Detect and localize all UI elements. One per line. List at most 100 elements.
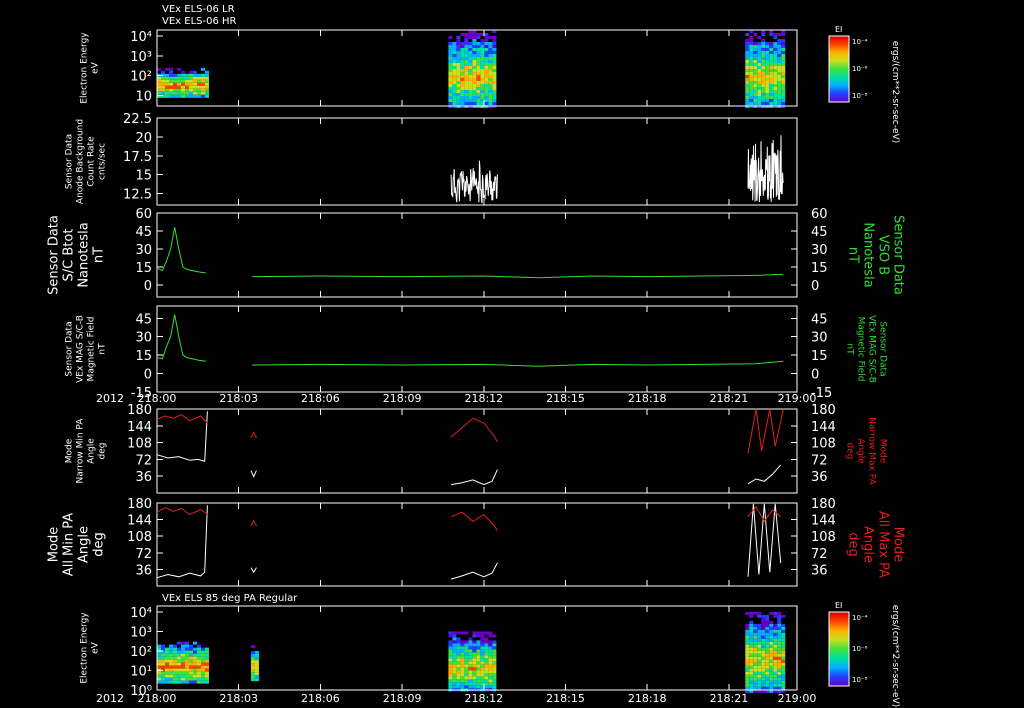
heatmap-cell bbox=[254, 675, 259, 679]
heatmap-cell bbox=[476, 63, 481, 66]
heatmap-cell bbox=[488, 652, 493, 656]
colorbar-label: EI bbox=[835, 25, 842, 34]
heatmap-cell bbox=[753, 665, 758, 669]
heatmap-cell bbox=[761, 99, 766, 102]
heatmap-block bbox=[745, 611, 786, 693]
heatmap-cell bbox=[468, 655, 473, 659]
heatmap-cell bbox=[476, 679, 481, 683]
heatmap-cell bbox=[181, 76, 185, 80]
heatmap-cell bbox=[181, 79, 185, 83]
heatmap-cell bbox=[757, 683, 762, 687]
y-tick-label: 30 bbox=[135, 243, 152, 258]
heatmap-cell bbox=[757, 623, 762, 627]
heatmap-cell bbox=[484, 36, 489, 39]
heatmap-cell bbox=[472, 673, 477, 677]
y-axis-label: Sensor Data bbox=[47, 215, 62, 295]
y-tick-label: 15 bbox=[135, 261, 152, 276]
heatmap-cell bbox=[781, 656, 786, 660]
heatmap-cell bbox=[193, 641, 197, 645]
heatmap-cell bbox=[753, 102, 758, 105]
heatmap-cell bbox=[452, 682, 457, 686]
heatmap-cell bbox=[757, 72, 762, 75]
heatmap-cell bbox=[185, 88, 189, 92]
heatmap-cell bbox=[777, 623, 782, 627]
heatmap-cell bbox=[456, 682, 461, 686]
heatmap-cell bbox=[773, 686, 778, 690]
heatmap-cell bbox=[205, 656, 209, 660]
heatmap-cell bbox=[749, 632, 754, 636]
heatmap-cell bbox=[173, 665, 177, 669]
year-label: 2012 bbox=[96, 392, 124, 405]
heatmap-cell bbox=[757, 680, 762, 684]
heatmap-cell bbox=[185, 674, 189, 678]
heatmap-cell bbox=[777, 686, 782, 690]
heatmap-cell bbox=[777, 78, 782, 81]
heatmap-cell bbox=[181, 650, 185, 654]
heatmap-cell bbox=[250, 672, 255, 676]
heatmap-cell bbox=[452, 96, 457, 99]
heatmap-cell bbox=[757, 78, 762, 81]
heatmap-cell bbox=[177, 647, 181, 651]
heatmap-cell bbox=[765, 57, 770, 60]
heatmap-cell bbox=[468, 640, 473, 644]
heatmap-cell bbox=[468, 93, 473, 96]
heatmap-cell bbox=[177, 88, 181, 92]
heatmap-cell bbox=[781, 72, 786, 75]
heatmap-cell bbox=[205, 671, 209, 675]
heatmap-cell bbox=[472, 676, 477, 680]
heatmap-cell bbox=[761, 656, 766, 660]
heatmap-cell bbox=[468, 667, 473, 671]
heatmap-cell bbox=[781, 644, 786, 648]
heatmap-cell bbox=[749, 99, 754, 102]
heatmap-cell bbox=[205, 677, 209, 681]
heatmap-cell bbox=[765, 87, 770, 90]
heatmap-cell bbox=[460, 646, 465, 650]
colorbar-tick-label: 10⁻⁶ bbox=[852, 645, 868, 653]
heatmap-cell bbox=[488, 45, 493, 48]
heatmap-cell bbox=[177, 79, 181, 83]
heatmap-cell bbox=[745, 674, 750, 678]
heatmap-cell bbox=[781, 90, 786, 93]
heatmap-cell bbox=[201, 67, 205, 71]
heatmap-cell bbox=[448, 646, 453, 650]
heatmap-cell bbox=[464, 33, 469, 36]
heatmap-cell bbox=[177, 659, 181, 663]
heatmap-cell bbox=[464, 655, 469, 659]
heatmap-cell bbox=[769, 671, 774, 675]
heatmap-cell bbox=[472, 36, 477, 39]
heatmap-cell bbox=[157, 671, 161, 675]
heatmap-cell bbox=[476, 646, 481, 650]
heatmap-cell bbox=[476, 81, 481, 84]
heatmap-cell bbox=[761, 75, 766, 78]
heatmap-cell bbox=[468, 637, 473, 641]
heatmap-cell bbox=[773, 99, 778, 102]
heatmap-cell bbox=[773, 674, 778, 678]
heatmap-block bbox=[448, 30, 497, 108]
heatmap-cell bbox=[456, 96, 461, 99]
heatmap-cell bbox=[765, 90, 770, 93]
heatmap-cell bbox=[448, 667, 453, 671]
heatmap-cell bbox=[181, 665, 185, 669]
heatmap-cell bbox=[464, 63, 469, 66]
x-tick-label: 218:12 bbox=[464, 392, 503, 405]
x-tick-label: 218:00 bbox=[138, 692, 177, 705]
heatmap-cell bbox=[161, 680, 165, 684]
heatmap-cell bbox=[460, 676, 465, 680]
heatmap-cell bbox=[761, 674, 766, 678]
heatmap-cell bbox=[749, 677, 754, 681]
heatmap-cell bbox=[492, 90, 497, 93]
heatmap-cell bbox=[488, 99, 493, 102]
heatmap-cell bbox=[193, 94, 197, 98]
heatmap-cell bbox=[749, 611, 754, 615]
heatmap-cell bbox=[773, 84, 778, 87]
y-axis-label-right: Narrow Max PA bbox=[867, 417, 877, 485]
heatmap-cell bbox=[456, 102, 461, 105]
heatmap-cell bbox=[197, 644, 201, 648]
panel-frame bbox=[156, 408, 798, 494]
heatmap-cell bbox=[452, 48, 457, 51]
heatmap-cell bbox=[769, 686, 774, 690]
heatmap-cell bbox=[181, 647, 185, 651]
heatmap-cell bbox=[189, 671, 193, 675]
heatmap-cell bbox=[169, 650, 173, 654]
heatmap-cell bbox=[488, 682, 493, 686]
